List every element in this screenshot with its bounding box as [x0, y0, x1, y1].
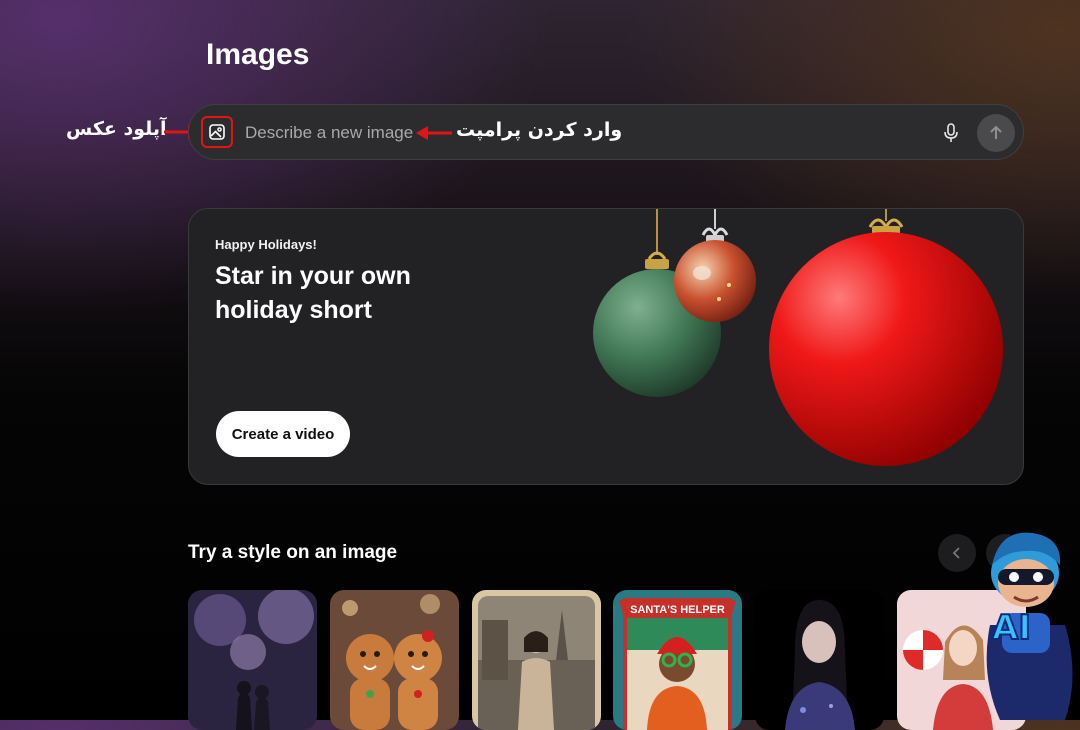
- microphone-button[interactable]: [939, 121, 963, 145]
- chevron-left-icon: [952, 547, 960, 559]
- prompt-input[interactable]: [245, 119, 435, 147]
- watermark-ai-text: AI: [992, 608, 1031, 648]
- style-thumbnail-santas-helper[interactable]: SANTA'S HELPER: [613, 590, 742, 730]
- christmas-ornaments-illustration: [593, 209, 1003, 466]
- banner-title: Star in your own holiday short: [215, 262, 411, 324]
- section-title: Try a style on an image: [188, 542, 398, 563]
- banner-kicker: Happy Holidays!: [215, 237, 317, 252]
- style-thumbnail-fireworks[interactable]: [188, 590, 317, 730]
- thumbnail-caption: SANTA'S HELPER: [630, 604, 725, 616]
- create-video-button[interactable]: Create a video: [216, 411, 350, 457]
- upload-image-button[interactable]: [201, 116, 233, 148]
- microphone-icon: [944, 123, 958, 142]
- style-thumbnail-glowing-portrait[interactable]: [755, 590, 884, 730]
- ai-mascot-watermark: AI: [986, 532, 1073, 720]
- style-thumbnail-gingerbread[interactable]: [330, 590, 459, 730]
- image-upload-icon: [209, 124, 225, 140]
- style-thumbnail-paris[interactable]: [472, 590, 601, 730]
- annotation-arrow-left-icon: [416, 126, 452, 140]
- annotation-prompt-label: وارد کردن پرامپت: [456, 119, 623, 141]
- annotation-upload-label: آپلود عکس: [66, 118, 167, 140]
- page-title: Images: [206, 38, 310, 71]
- holiday-banner[interactable]: Happy Holidays! Star in your own holiday…: [188, 208, 1024, 485]
- arrow-up-icon: [990, 125, 1002, 139]
- send-button[interactable]: [977, 114, 1015, 152]
